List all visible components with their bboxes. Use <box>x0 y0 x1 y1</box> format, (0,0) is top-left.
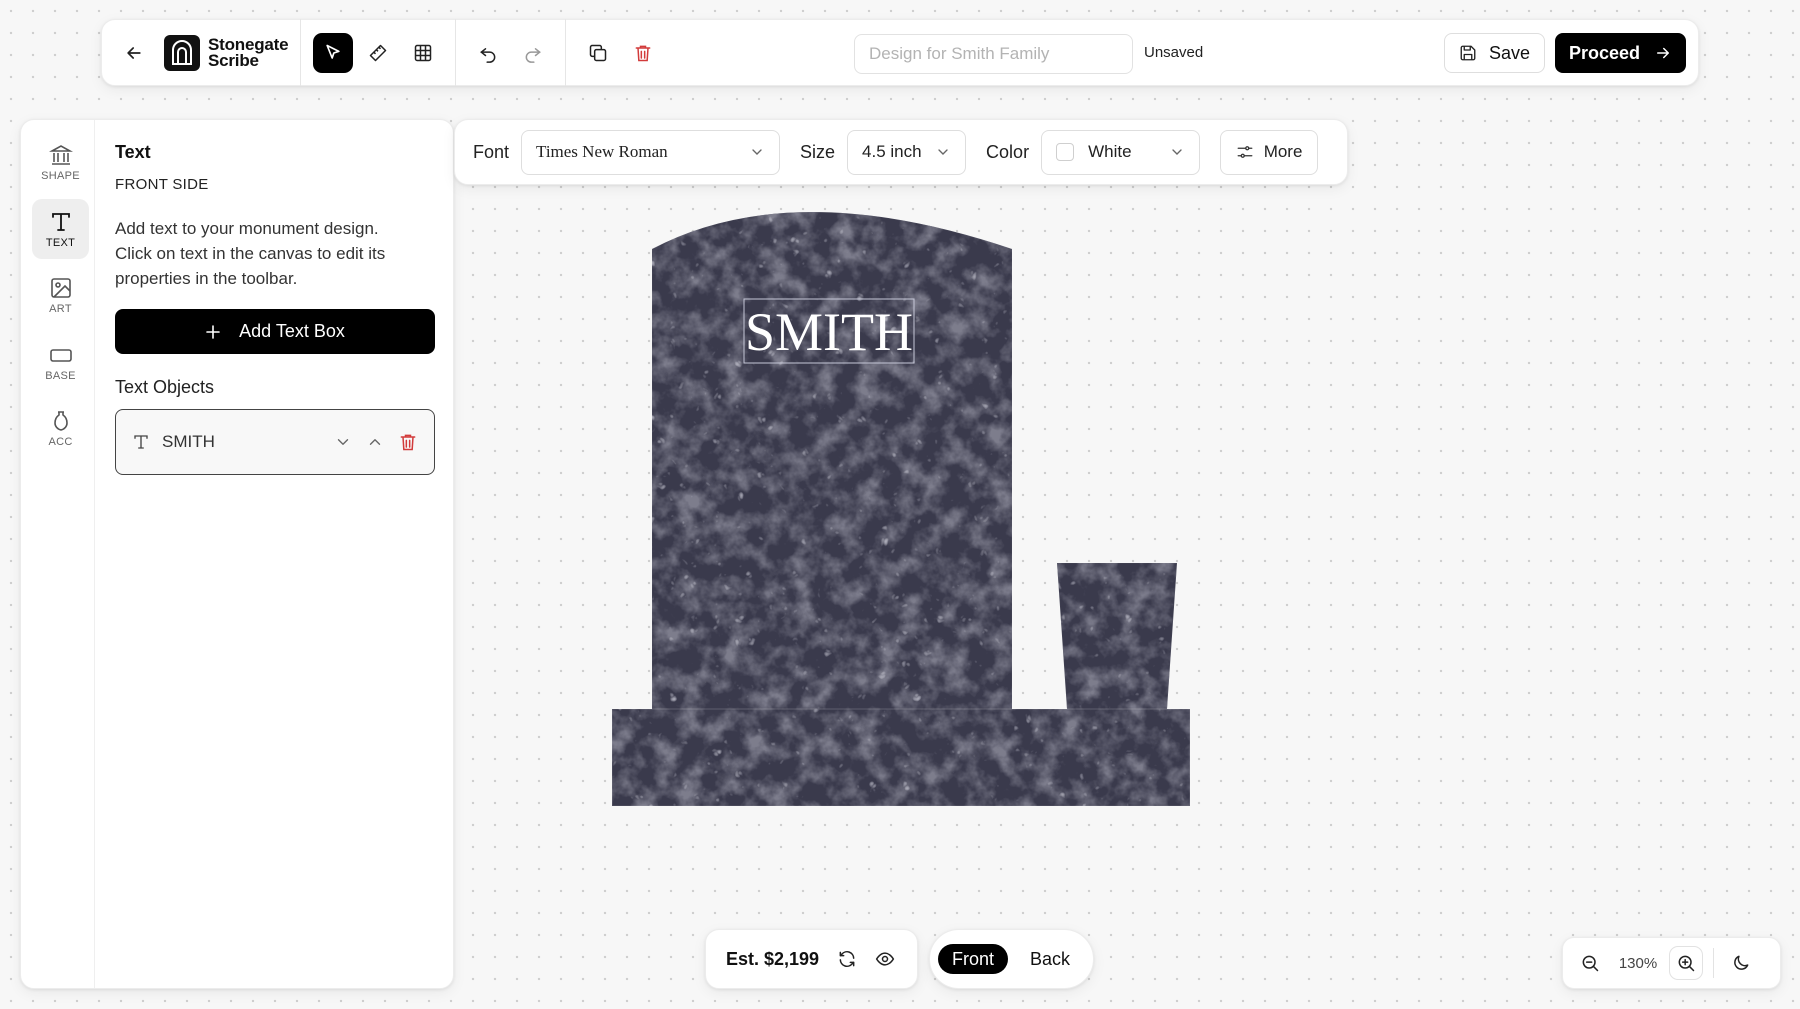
estimate-price: Est. $2,199 <box>726 948 820 969</box>
undo-button[interactable] <box>468 33 508 73</box>
grid-icon <box>415 44 432 61</box>
left-panel: SHAPE TEXT ART BASE ACC Text FRONT SIDE … <box>20 119 454 989</box>
moon-icon <box>1734 955 1749 970</box>
font-label: Font <box>473 141 510 162</box>
copy-icon <box>590 44 607 61</box>
top-toolbar: Stonegate Scribe Unsaved <box>101 19 1699 86</box>
refresh-icon[interactable] <box>837 949 857 969</box>
monument-preview: SMITH <box>612 211 1190 806</box>
proceed-button[interactable]: Proceed <box>1555 33 1686 73</box>
text-object-label: SMITH <box>162 432 215 451</box>
chevron-down-icon <box>938 149 948 155</box>
rail-item-art[interactable]: ART <box>32 265 89 325</box>
save-button[interactable]: Save <box>1444 33 1545 73</box>
side-toggle: Front Back <box>929 929 1094 989</box>
rail-label-text: TEXT <box>45 236 76 249</box>
monument-icon <box>48 144 73 165</box>
text-icon <box>51 212 70 231</box>
add-text-box-label: Add Text Box <box>239 321 345 341</box>
add-text-box-button[interactable]: Add Text Box <box>115 309 435 354</box>
front-side-button[interactable]: Front <box>938 944 1009 974</box>
panel-title: Text <box>115 142 151 162</box>
divider <box>455 19 457 86</box>
brand-line-2: Scribe <box>208 50 259 70</box>
brand-name: Stonegate Scribe <box>208 36 289 70</box>
zoom-controls: 130% <box>1562 937 1781 989</box>
vase-icon <box>53 410 68 431</box>
base-icon <box>49 348 72 362</box>
size-value: 4.5 inch <box>862 142 922 161</box>
divider <box>300 19 302 86</box>
save-label: Save <box>1488 42 1531 63</box>
ruler-icon <box>370 44 387 61</box>
redo-button[interactable] <box>513 33 553 73</box>
back-side-button[interactable]: Back <box>1016 944 1084 974</box>
more-options-button[interactable]: More <box>1220 129 1319 175</box>
image-icon <box>50 277 71 298</box>
eye-icon[interactable] <box>875 949 895 969</box>
rail-item-accessories[interactable]: ACC <box>32 398 89 458</box>
chevron-down-icon <box>752 149 762 155</box>
chevron-down-icon[interactable] <box>334 433 352 451</box>
brand: Stonegate Scribe <box>164 34 289 71</box>
text-icon <box>134 435 148 449</box>
arrow-left-icon <box>127 46 141 59</box>
color-select[interactable]: White <box>1041 129 1201 175</box>
size-select[interactable]: 4.5 inch <box>847 129 967 175</box>
sliders-icon <box>1237 146 1253 158</box>
chevron-down-icon <box>1172 149 1182 155</box>
inscription-text[interactable]: SMITH <box>745 302 913 362</box>
font-select[interactable]: Times New Roman <box>521 129 781 175</box>
brand-logo <box>164 34 200 71</box>
dark-mode-toggle[interactable] <box>1724 946 1758 980</box>
estimate-bar: Est. $2,199 <box>705 929 918 989</box>
design-canvas[interactable]: SMITH <box>612 203 1190 806</box>
rail-label-art: ART <box>49 302 72 315</box>
zoom-out-button[interactable] <box>1573 946 1607 980</box>
save-status: Unsaved <box>1144 44 1204 61</box>
text-object-row[interactable]: SMITH <box>115 409 435 475</box>
color-label: Color <box>986 141 1030 162</box>
more-label: More <box>1263 142 1303 161</box>
rail-label-accessories: ACC <box>48 435 73 448</box>
text-properties-toolbar: Font Times New Roman Size 4.5 inch Color… <box>454 119 1348 185</box>
granite-texture <box>612 212 1190 806</box>
measure-tool-button[interactable] <box>358 33 398 73</box>
rail-label-base: BASE <box>45 369 76 382</box>
panel-subtitle: FRONT SIDE <box>115 176 209 193</box>
trash-icon <box>635 45 651 61</box>
select-tool-button[interactable] <box>313 32 354 73</box>
zoom-in-icon <box>1678 955 1695 972</box>
cursor-icon <box>326 44 341 59</box>
duplicate-button[interactable] <box>578 33 618 73</box>
floppy-disk-icon <box>1460 45 1476 61</box>
back-button[interactable] <box>114 33 154 73</box>
divider <box>1713 948 1714 978</box>
rail-label-shape: SHAPE <box>41 169 80 182</box>
color-swatch <box>1056 143 1075 161</box>
rail-item-text[interactable]: TEXT <box>32 199 89 259</box>
delete-button[interactable] <box>623 33 663 73</box>
panel-description: Add text to your monument design. Click … <box>115 219 386 288</box>
proceed-label: Proceed <box>1568 42 1641 63</box>
rail-item-shape[interactable]: SHAPE <box>32 132 89 192</box>
font-value: Times New Roman <box>536 142 668 161</box>
size-label: Size <box>800 141 836 162</box>
divider <box>565 19 567 86</box>
trash-icon[interactable] <box>398 432 418 452</box>
zoom-level: 130% <box>1618 954 1658 972</box>
zoom-out-icon <box>1582 955 1599 972</box>
redo-icon <box>526 47 542 63</box>
rail-item-base[interactable]: BASE <box>32 332 89 392</box>
plus-icon <box>206 324 220 339</box>
chevron-up-icon[interactable] <box>366 433 384 451</box>
tool-rail: SHAPE TEXT ART BASE ACC <box>21 120 95 988</box>
design-name-input[interactable] <box>854 34 1133 74</box>
arrow-right-icon <box>1657 47 1670 59</box>
text-objects-heading: Text Objects <box>115 377 215 397</box>
color-value: White <box>1088 142 1132 161</box>
grid-toggle-button[interactable] <box>403 33 443 73</box>
zoom-in-button[interactable] <box>1669 946 1703 980</box>
undo-icon <box>480 47 496 63</box>
